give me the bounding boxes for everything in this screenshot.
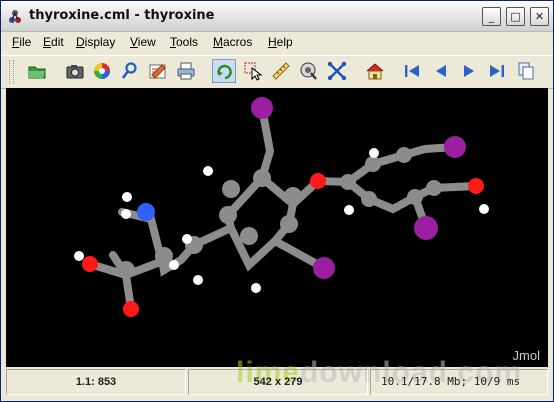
- spin-button[interactable]: [297, 59, 321, 83]
- menu-macros[interactable]: Macros: [213, 35, 252, 49]
- carbon-atom: [407, 189, 423, 205]
- window-title: thyroxine.cml - thyroxine: [29, 8, 215, 23]
- script-icon: [121, 62, 137, 79]
- molecule-atoms: [74, 97, 489, 317]
- menu-edit[interactable]: Edit: [43, 35, 64, 49]
- rotate-button[interactable]: [212, 59, 236, 83]
- thyroxine-molecule: [74, 97, 489, 317]
- first-frame-icon: [405, 65, 419, 77]
- rotate-icon: [217, 64, 232, 80]
- export-image-button[interactable]: [63, 59, 87, 83]
- script-button[interactable]: [118, 59, 142, 83]
- hydrogen-atom: [344, 205, 354, 215]
- menu-view[interactable]: View: [130, 35, 156, 49]
- duplicate-button[interactable]: [514, 59, 538, 83]
- print-button[interactable]: [174, 59, 198, 83]
- carbon-atom: [253, 169, 271, 187]
- carbon-atom: [340, 174, 356, 190]
- carbon-atom: [365, 156, 381, 172]
- open-file-icon: [28, 66, 46, 79]
- carbon-atom: [280, 215, 298, 233]
- hydrogen-atom: [251, 283, 261, 293]
- pick-icon: [244, 62, 263, 81]
- menu-bar: File Edit Display View Tools Macros Help: [1, 32, 553, 54]
- carbon-atom: [222, 180, 240, 198]
- iodine-atom: [251, 97, 273, 119]
- app-window: thyroxine.cml - thyroxine _ □ ✕ File Edi…: [0, 0, 554, 402]
- menu-display[interactable]: Display: [76, 35, 115, 49]
- oxygen-atom: [82, 256, 98, 272]
- toolbar-grip[interactable]: [9, 60, 14, 84]
- next-frame-button[interactable]: [457, 59, 481, 83]
- menu-help[interactable]: Help: [268, 35, 293, 49]
- nitrogen-atom: [137, 203, 155, 221]
- menu-tools[interactable]: Tools: [170, 35, 198, 49]
- print-icon: [177, 62, 195, 80]
- camera-icon: [66, 65, 84, 79]
- maximize-button[interactable]: □: [506, 7, 525, 26]
- carbon-atom: [396, 147, 412, 163]
- edit-icon: [149, 64, 166, 79]
- home-icon: [366, 63, 384, 80]
- carbon-atom: [284, 187, 302, 205]
- iodine-atom: [313, 257, 335, 279]
- molecule-icon: [327, 61, 347, 81]
- hydrogen-atom: [169, 260, 179, 270]
- pick-button[interactable]: [241, 59, 265, 83]
- previous-frame-button[interactable]: [429, 59, 453, 83]
- previous-frame-icon: [436, 65, 446, 77]
- molecule-button[interactable]: [325, 59, 349, 83]
- hydrogen-atom: [74, 251, 84, 261]
- hydrogen-atom: [182, 234, 192, 244]
- toolbar: [1, 55, 553, 89]
- jmol-app-icon: [9, 10, 21, 23]
- molecule-viewer[interactable]: limedownload.com Jmol: [6, 88, 548, 389]
- iodine-atom: [444, 136, 466, 158]
- hydrogen-atom: [369, 148, 379, 158]
- spin-icon: [300, 62, 317, 80]
- status-speed: 10.1/17.8 Mb; 10/9 ms: [381, 375, 521, 388]
- title-bar[interactable]: thyroxine.cml - thyroxine _ □ ✕: [1, 1, 553, 32]
- next-frame-icon: [464, 65, 474, 77]
- oxygen-atom: [310, 173, 326, 189]
- hydrogen-atom: [121, 209, 131, 219]
- hydrogen-atom: [203, 166, 213, 176]
- iodine-atom: [414, 216, 438, 240]
- oxygen-atom: [123, 301, 139, 317]
- jmol-label: Jmol: [512, 348, 540, 363]
- color-button[interactable]: [90, 59, 114, 83]
- edit-button[interactable]: [146, 59, 170, 83]
- hydrogen-atom: [479, 204, 489, 214]
- duplicate-icon: [518, 62, 534, 80]
- oxygen-atom: [468, 178, 484, 194]
- hydrogen-atom: [122, 192, 132, 202]
- last-frame-icon: [490, 65, 504, 77]
- last-frame-button[interactable]: [485, 59, 509, 83]
- measure-button[interactable]: [269, 59, 293, 83]
- carbon-atom: [117, 261, 135, 279]
- open-file-button[interactable]: [25, 59, 49, 83]
- carbon-atom: [219, 206, 237, 224]
- measure-icon: [272, 62, 290, 80]
- color-spectrum-icon: [94, 63, 110, 79]
- status-atom-info: 1.1: 853: [6, 369, 186, 395]
- status-dimensions: 542 x 279: [188, 369, 368, 395]
- minimize-button[interactable]: _: [482, 7, 501, 26]
- carbon-atom: [426, 180, 442, 196]
- home-button[interactable]: [363, 59, 387, 83]
- menu-file[interactable]: File: [12, 35, 31, 49]
- carbon-atom: [240, 227, 258, 245]
- carbon-atom: [361, 191, 377, 207]
- first-frame-button[interactable]: [400, 59, 424, 83]
- hydrogen-atom: [193, 275, 203, 285]
- close-button[interactable]: ✕: [530, 7, 549, 26]
